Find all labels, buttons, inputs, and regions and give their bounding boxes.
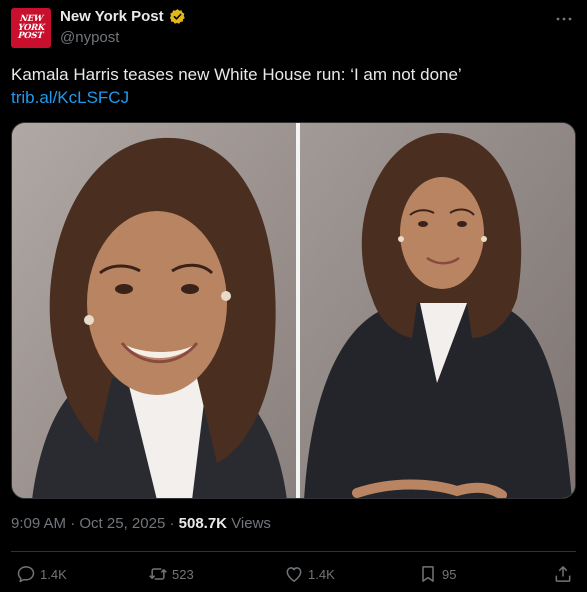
reply-icon — [17, 566, 35, 583]
meta-separator-1: · — [70, 515, 76, 532]
tweet-link[interactable]: trib.al/KcLSFCJ — [11, 87, 129, 109]
bookmark-button[interactable]: 95 — [418, 564, 456, 584]
tweet-text: Kamala Harris teases new White House run… — [11, 65, 462, 84]
tweet-time[interactable]: 9:09 AM — [11, 515, 66, 532]
tweet-date[interactable]: Oct 25, 2025 — [79, 515, 165, 532]
reply-count: 1.4K — [40, 566, 67, 582]
handle[interactable]: @nypost — [60, 29, 119, 46]
share-icon — [555, 566, 571, 582]
media-image[interactable] — [11, 122, 576, 499]
views-count[interactable]: 508.7K — [179, 515, 227, 532]
tweet-meta: 9:09 AM · Oct 25, 2025 · 508.7K Views — [11, 515, 271, 532]
repost-button[interactable]: 523 — [148, 564, 194, 584]
avatar-logo-line-3: POST — [17, 31, 45, 42]
repost-count: 523 — [172, 566, 194, 582]
bookmark-icon — [422, 566, 434, 582]
tweet: NEW YORK POST New York Post @nypost Kama… — [0, 0, 587, 592]
author-name-row: New York Post — [60, 8, 186, 25]
display-name[interactable]: New York Post — [60, 8, 164, 25]
share-button[interactable] — [553, 564, 573, 584]
more-icon[interactable] — [555, 10, 573, 28]
like-icon — [286, 567, 302, 582]
views-label: Views — [231, 515, 271, 532]
repost-icon — [149, 568, 167, 580]
bookmark-count: 95 — [442, 566, 457, 582]
like-button[interactable]: 1.4K — [284, 564, 335, 584]
like-count: 1.4K — [308, 566, 335, 582]
divider — [11, 551, 576, 552]
verified-badge-icon[interactable] — [169, 8, 186, 25]
action-bar: 1.4K 523 1.4K 95 — [0, 556, 587, 592]
media-photo-collage — [12, 123, 575, 498]
avatar[interactable]: NEW YORK POST — [11, 8, 51, 48]
meta-separator-2: · — [169, 515, 175, 532]
reply-button[interactable]: 1.4K — [16, 564, 67, 584]
